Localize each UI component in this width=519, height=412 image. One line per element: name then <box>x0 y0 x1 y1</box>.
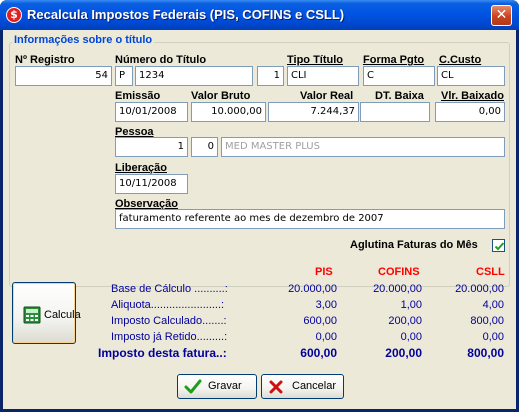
check-icon <box>184 379 202 394</box>
tipo-titulo-field[interactable]: CLI <box>287 66 359 86</box>
total-pis: 600,00 <box>300 346 337 360</box>
base-cofins: 20.000,00 <box>373 283 422 295</box>
gravar-label: Gravar <box>208 380 242 392</box>
header-pis: PIS <box>315 266 333 278</box>
close-button[interactable]: ✕ <box>491 5 512 26</box>
valor-real-label: Valor Real <box>300 90 354 102</box>
aliquota-cofins: 1,00 <box>400 299 422 311</box>
numero-titulo-field[interactable]: 1234 <box>135 66 253 86</box>
total-cofins: 200,00 <box>385 346 422 360</box>
emissao-label: Emissão <box>115 90 161 102</box>
retido-csll: 0,00 <box>482 331 504 343</box>
aliquota-csll: 4,00 <box>482 299 504 311</box>
header-csll: CSLL <box>476 266 505 278</box>
calcula-button[interactable]: Calcula <box>12 282 81 344</box>
pessoa-codigo-field[interactable]: 1 <box>115 137 188 157</box>
vlr-baixado-field[interactable]: 0,00 <box>435 102 505 122</box>
title-bar[interactable]: $ Recalcula Impostos Federais (PIS, COFI… <box>0 0 519 30</box>
base-pis: 20.000,00 <box>288 283 337 295</box>
calculator-icon <box>23 306 41 324</box>
retido-pis: 0,00 <box>315 331 337 343</box>
registro-field[interactable]: 54 <box>15 66 112 86</box>
total-label: Imposto desta fatura..: <box>98 346 227 360</box>
registro-label: Nº Registro <box>15 54 75 66</box>
row-label: Imposto já Retido.........: <box>111 331 228 343</box>
forma-pgto-field[interactable]: C <box>363 66 435 86</box>
valor-bruto-label: Valor Bruto <box>191 90 251 102</box>
valor-real-field[interactable]: 7.244,37 <box>268 102 359 122</box>
vlr-baixado-label: Vlr. Baixado <box>441 90 504 102</box>
c-custo-label: C.Custo <box>439 54 482 66</box>
cancelar-button[interactable]: Cancelar <box>261 374 344 399</box>
gravar-button[interactable]: Gravar <box>177 374 257 399</box>
row-label: Imposto Calculado.......: <box>111 315 227 327</box>
tipo-titulo-label: Tipo Título <box>287 54 344 66</box>
forma-pgto-label: Forma Pgto <box>363 54 425 66</box>
cancelar-label: Cancelar <box>292 380 337 392</box>
row-label: Base de Cálculo ..........: <box>111 283 228 295</box>
dialog-window: $ Recalcula Impostos Federais (PIS, COFI… <box>0 0 519 412</box>
window-title: Recalcula Impostos Federais (PIS, COFINS… <box>27 7 345 22</box>
numero-titulo-label: Número do Título <box>115 54 207 66</box>
pessoa-seq-field[interactable]: 0 <box>191 137 218 157</box>
total-csll: 800,00 <box>467 346 504 360</box>
base-csll: 20.000,00 <box>455 283 504 295</box>
app-icon: $ <box>6 7 22 23</box>
dialog-body: Informações sobre o título Nº Registro N… <box>3 30 516 409</box>
header-cofins: COFINS <box>378 266 420 278</box>
group-title: Informações sobre o título <box>12 34 155 46</box>
emissao-field[interactable]: 10/01/2008 <box>115 102 188 122</box>
check-icon <box>494 242 505 251</box>
close-icon: ✕ <box>495 7 508 23</box>
c-custo-field[interactable]: CL <box>437 66 505 86</box>
calculado-pis: 600,00 <box>303 315 337 327</box>
parcela-field[interactable]: 1 <box>257 66 284 86</box>
dt-baixa-label: DT. Baixa <box>375 90 424 102</box>
dt-baixa-field[interactable] <box>360 102 430 122</box>
titulo-prefix-field[interactable]: P <box>115 66 133 86</box>
valor-bruto-field[interactable]: 10.000,00 <box>191 102 266 122</box>
aliquota-pis: 3,00 <box>315 299 337 311</box>
x-icon <box>269 380 283 394</box>
observacao-field[interactable]: faturamento referente ao mes de dezembro… <box>115 209 505 229</box>
retido-cofins: 0,00 <box>400 331 422 343</box>
row-label: Aliquota.......................: <box>111 299 225 311</box>
calculado-csll: 800,00 <box>470 315 504 327</box>
calculado-cofins: 200,00 <box>388 315 422 327</box>
liberacao-field[interactable]: 10/11/2008 <box>115 174 188 194</box>
aglutina-label: Aglutina Faturas do Mês <box>350 239 478 251</box>
liberacao-label: Liberação <box>115 162 167 174</box>
pessoa-nome-field: MED MASTER PLUS <box>221 137 505 157</box>
calcula-label: Calcula <box>44 309 81 321</box>
aglutina-checkbox[interactable] <box>492 239 505 252</box>
